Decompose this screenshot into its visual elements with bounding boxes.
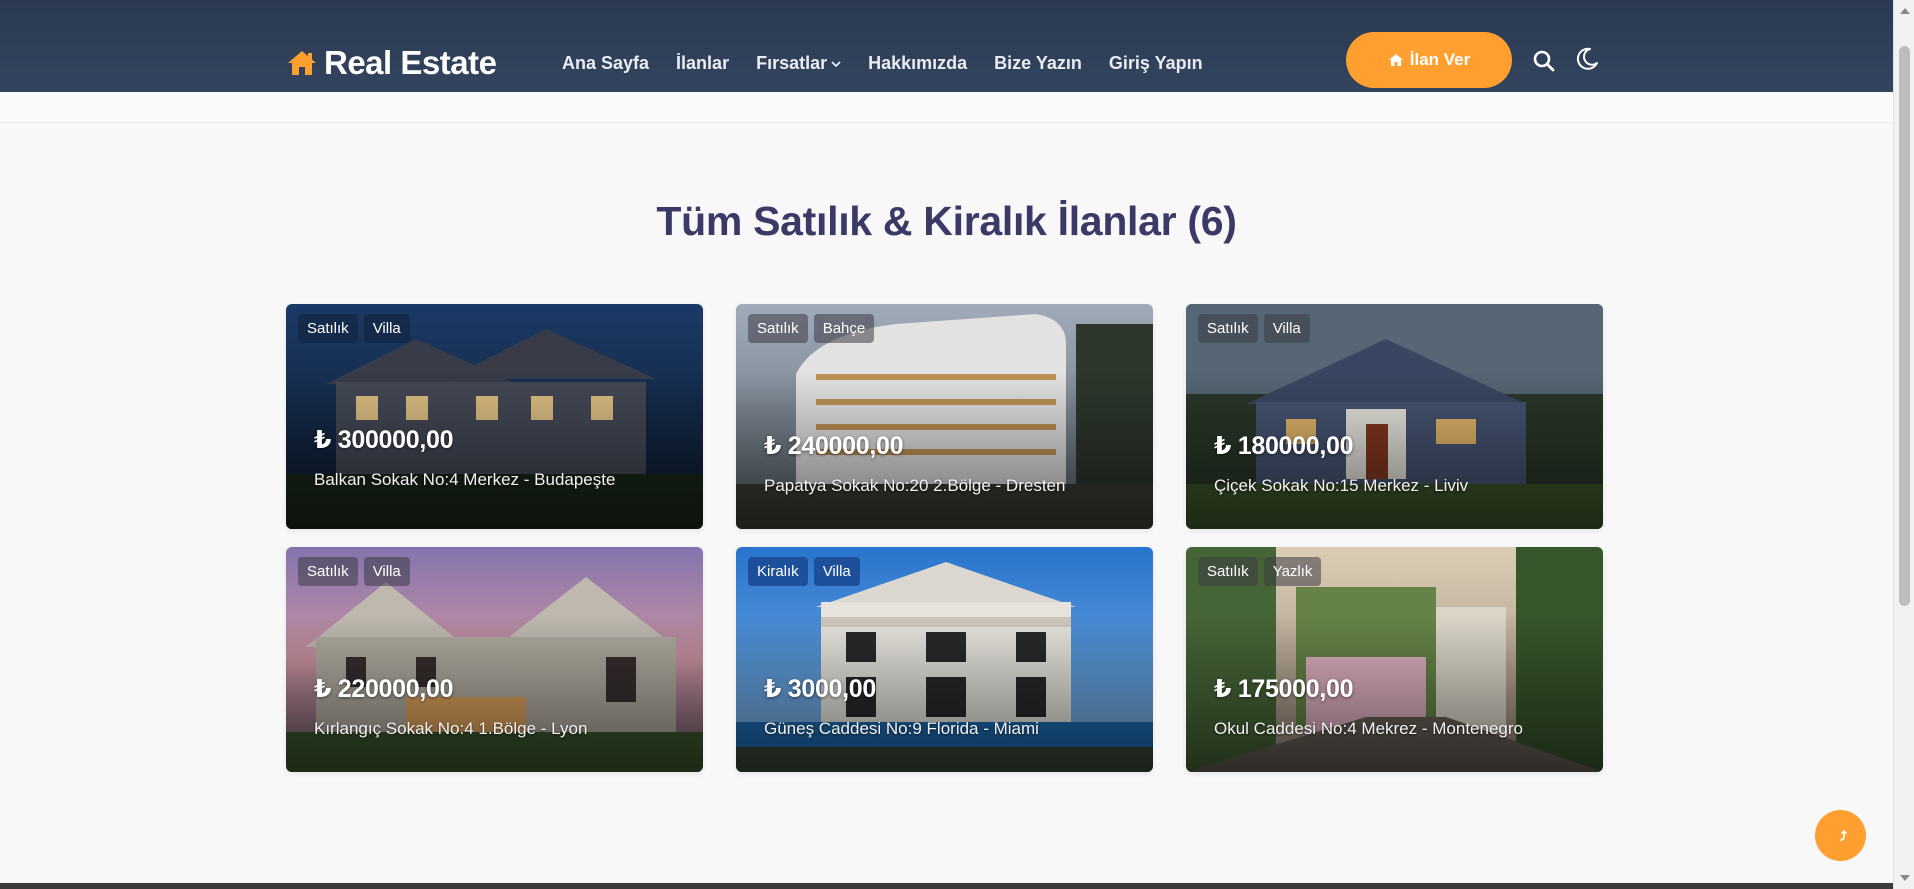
arrow-up-icon (1839, 829, 1847, 841)
listing-card[interactable]: Kiralık Villa ₺ 3000,00 Güneş Caddesi No… (736, 547, 1153, 772)
nav-item-contact[interactable]: Bize Yazın (994, 53, 1082, 74)
listing-address: Okul Caddesi No:4 Mekrez - Montenegro (1214, 719, 1523, 738)
tag-type: Villa (813, 557, 860, 586)
scrollbar-thumb[interactable] (1899, 46, 1910, 606)
site-logo[interactable]: Real Estate (286, 44, 497, 82)
page-scrollbar[interactable] (1893, 0, 1914, 889)
listing-tags: Satılık Villa (1198, 314, 1310, 343)
post-listing-label: İlan Ver (1409, 50, 1471, 69)
nav-item-about[interactable]: Hakkımızda (868, 53, 967, 74)
scroll-up-icon[interactable] (1900, 8, 1910, 14)
listing-price: ₺ 300000,00 (314, 426, 454, 454)
post-listing-button[interactable]: İlan Ver (1346, 32, 1512, 88)
tag-type: Villa (363, 557, 410, 586)
listing-tags: Satılık Villa (298, 557, 410, 586)
listing-tags: Satılık Yazlık (1198, 557, 1322, 586)
listing-tags: Satılık Villa (298, 314, 410, 343)
listing-price: ₺ 3000,00 (764, 675, 877, 703)
chevron-down-icon (831, 60, 841, 67)
tag-type: Villa (1263, 314, 1310, 343)
listing-card[interactable]: Satılık Villa ₺ 300000,00 Balkan Sokak N… (286, 304, 703, 529)
tag-status: Satılık (1198, 557, 1258, 586)
nav-label: Bize Yazın (994, 53, 1082, 73)
nav-label: Fırsatlar (756, 53, 828, 73)
listing-address: Papatya Sokak No:20 2.Bölge - Dresten (764, 476, 1066, 495)
top-navbar: Real Estate Ana Sayfa İlanlar Fırsatlar … (0, 0, 1893, 92)
listing-price: ₺ 175000,00 (1214, 675, 1354, 703)
nav-item-listings[interactable]: İlanlar (676, 53, 729, 74)
window-bottom-edge (0, 883, 1893, 889)
nav-item-deals[interactable]: Fırsatlar (756, 53, 841, 74)
scroll-down-icon[interactable] (1900, 875, 1910, 881)
tag-status: Satılık (298, 557, 358, 586)
listing-tags: Kiralık Villa (748, 557, 860, 586)
listing-card[interactable]: Satılık Villa ₺ 220000,00 Kırlangıç Soka… (286, 547, 703, 772)
main-nav: Ana Sayfa İlanlar Fırsatlar Hakkımızda B… (562, 53, 1230, 74)
home-icon (288, 51, 316, 75)
listing-address: Kırlangıç Sokak No:4 1.Bölge - Lyon (314, 719, 588, 738)
moon-icon[interactable] (1574, 46, 1600, 72)
nav-item-login[interactable]: Giriş Yapın (1109, 53, 1203, 74)
search-icon[interactable] (1531, 48, 1557, 74)
tag-status: Satılık (1198, 314, 1258, 343)
nav-label: Giriş Yapın (1108, 53, 1203, 73)
logo-text: Real Estate (324, 44, 497, 81)
nav-item-home[interactable]: Ana Sayfa (562, 53, 649, 74)
page-title: Tüm Satılık & Kiralık İlanlar (6) (656, 198, 1237, 244)
listing-card[interactable]: Satılık Villa ₺ 180000,00 Çiçek Sokak No… (1186, 304, 1603, 529)
listing-card[interactable]: Satılık Bahçe ₺ 240000,00 Papatya Sokak … (736, 304, 1153, 529)
tag-status: Kiralık (748, 557, 808, 586)
listing-card[interactable]: Satılık Yazlık ₺ 175000,00 Okul Caddesi … (1186, 547, 1603, 772)
nav-label: Ana Sayfa (562, 53, 650, 73)
tag-status: Satılık (748, 314, 808, 343)
nav-label: İlanlar (676, 53, 730, 73)
listing-price: ₺ 240000,00 (764, 432, 904, 460)
tag-type: Villa (363, 314, 410, 343)
home-icon (1388, 54, 1403, 66)
tag-type: Yazlık (1263, 557, 1322, 586)
listing-address: Çiçek Sokak No:15 Merkez - Liviv (1214, 476, 1469, 495)
nav-label: Hakkımızda (868, 53, 968, 73)
sub-header-strip (0, 92, 1893, 123)
listing-tags: Satılık Bahçe (748, 314, 875, 343)
listing-address: Balkan Sokak No:4 Merkez - Budapeşte (314, 470, 616, 489)
tag-status: Satılık (298, 314, 358, 343)
tag-type: Bahçe (813, 314, 875, 343)
listing-price: ₺ 220000,00 (314, 675, 454, 703)
back-to-top-button[interactable] (1815, 810, 1866, 861)
listing-address: Güneş Caddesi No:9 Florida - Miami (764, 719, 1039, 738)
listing-price: ₺ 180000,00 (1214, 432, 1354, 460)
